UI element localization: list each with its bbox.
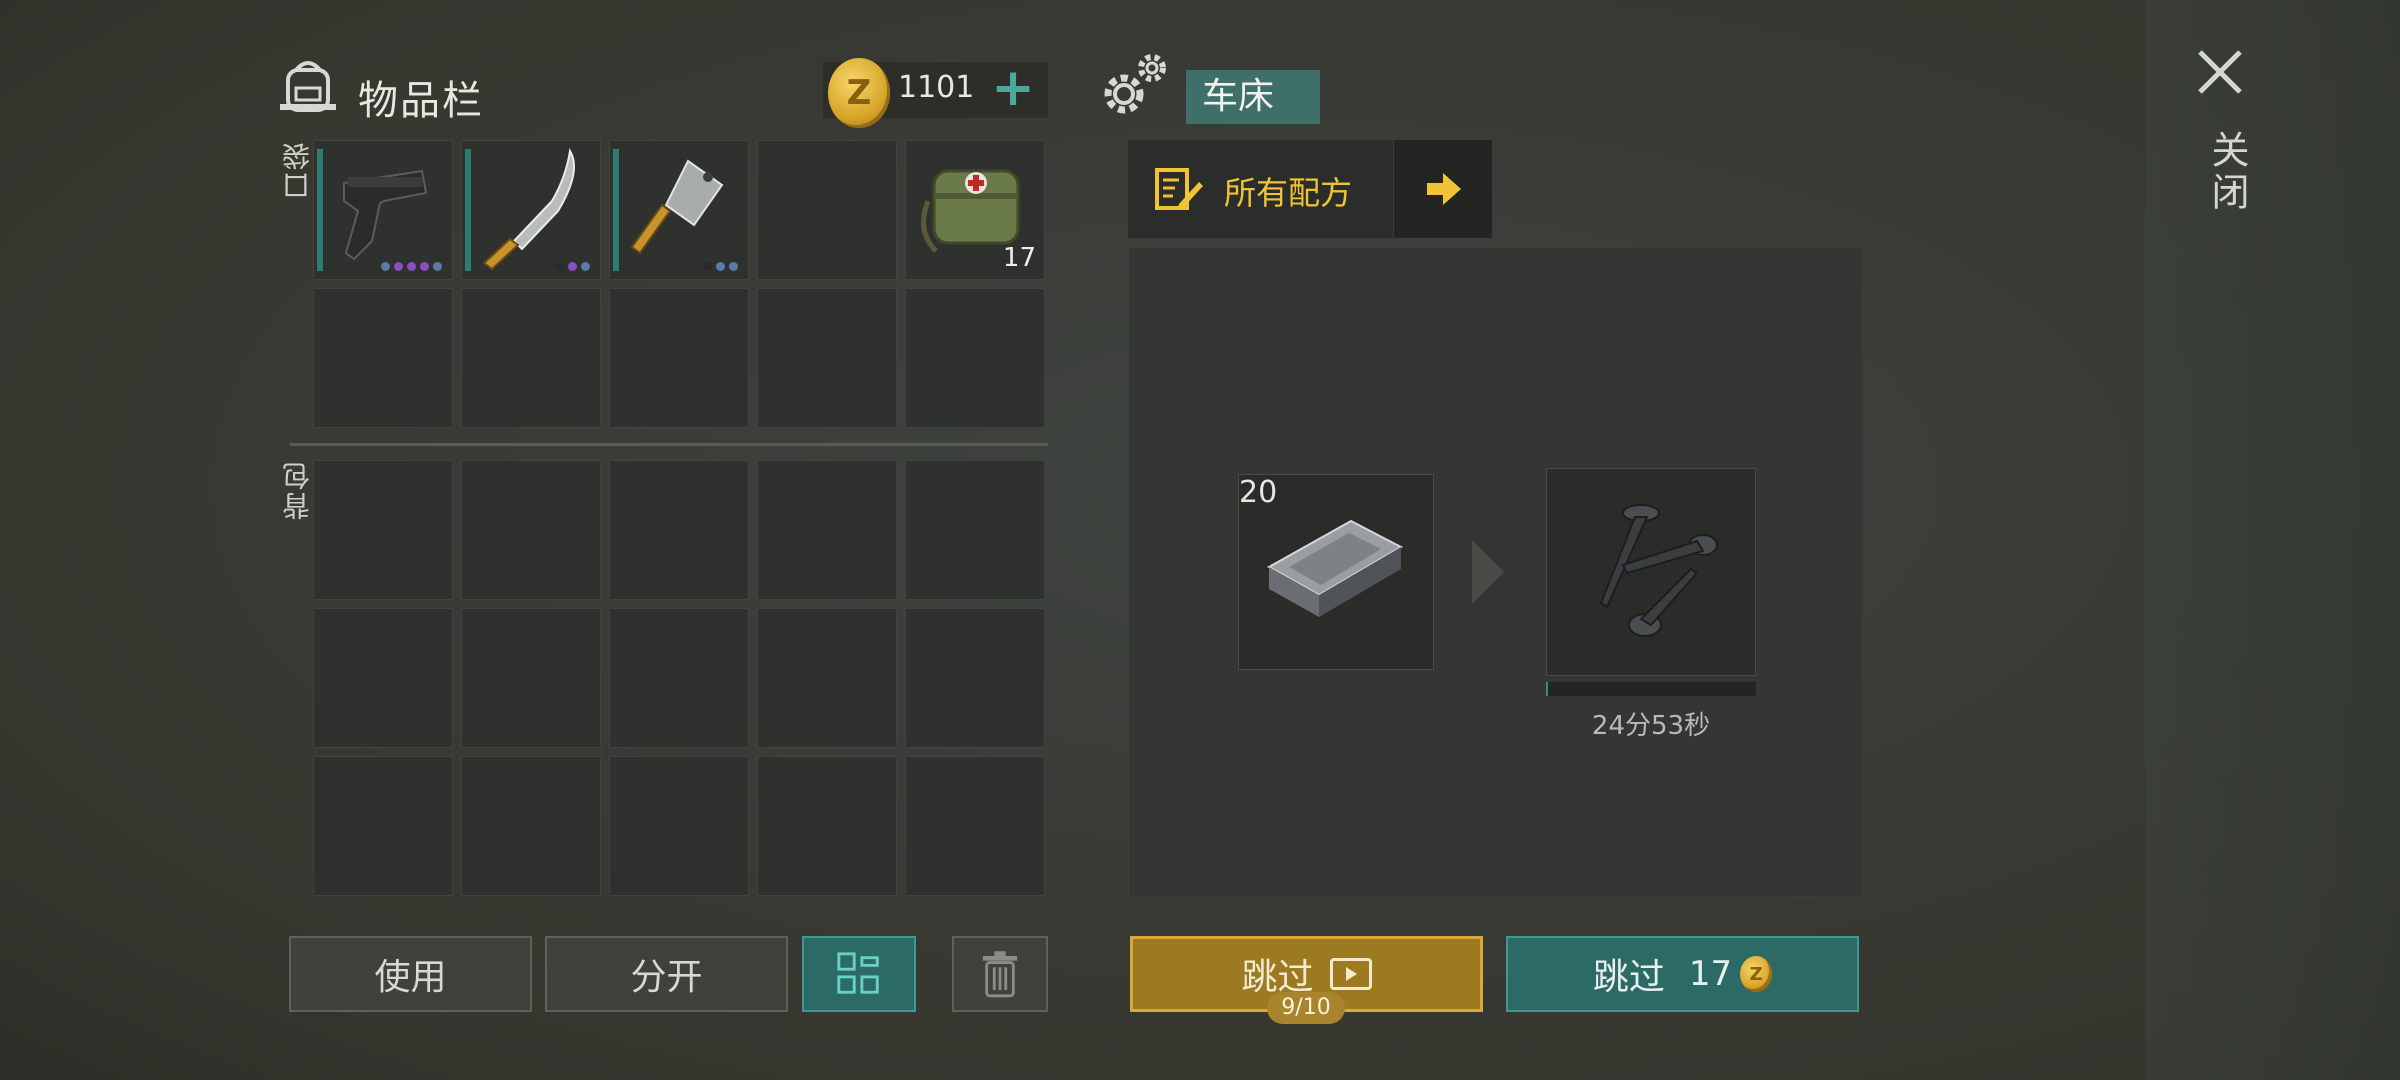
inventory-slot[interactable] bbox=[313, 140, 453, 280]
inventory-slot[interactable] bbox=[461, 140, 601, 280]
side-strip bbox=[2145, 0, 2400, 1080]
inventory-slot[interactable] bbox=[461, 608, 601, 748]
inventory-slot[interactable] bbox=[757, 608, 897, 748]
split-button[interactable]: 分开 bbox=[545, 936, 788, 1012]
skip-coin-label: 跳过 bbox=[1592, 957, 1665, 998]
arrow-right-icon bbox=[1427, 173, 1461, 205]
trash-icon bbox=[982, 951, 1018, 998]
inventory-slot[interactable] bbox=[757, 140, 897, 280]
inventory-slot[interactable] bbox=[313, 756, 453, 896]
inventory-slot[interactable] bbox=[609, 756, 749, 896]
pocket-grid: 17 bbox=[313, 140, 1045, 428]
inventory-slot[interactable] bbox=[905, 608, 1045, 748]
craft-timer: 24分53秒 bbox=[1591, 711, 1711, 741]
inventory-slot[interactable] bbox=[609, 140, 749, 280]
inventory-slot[interactable] bbox=[609, 460, 749, 600]
close-label[interactable]: 关闭 bbox=[2200, 130, 2255, 214]
coin-count: 1101 bbox=[898, 70, 975, 105]
close-icon[interactable] bbox=[2192, 44, 2248, 100]
inventory-header: 物品栏 Z 1101 + bbox=[278, 56, 1048, 136]
inventory-title: 物品栏 bbox=[358, 78, 484, 124]
all-recipes-label: 所有配方 bbox=[1224, 174, 1353, 212]
coin-icon: Z bbox=[1740, 956, 1773, 992]
section-divider bbox=[290, 443, 1048, 446]
craft-progress-fill bbox=[1546, 682, 1549, 696]
skip-cost: 17 bbox=[1688, 954, 1733, 994]
machete-icon bbox=[482, 148, 575, 271]
backpack-grid bbox=[313, 460, 1045, 896]
inventory-slot[interactable] bbox=[609, 288, 749, 428]
sort-button[interactable] bbox=[802, 936, 916, 1012]
inventory-slot[interactable] bbox=[905, 756, 1045, 896]
skip-coin-button[interactable]: 跳过 17 Z bbox=[1506, 936, 1859, 1012]
rarity-dots bbox=[381, 262, 442, 271]
station-name: 车床 bbox=[1186, 70, 1320, 124]
item-count: 17 bbox=[1002, 243, 1036, 273]
video-play-icon bbox=[1329, 958, 1372, 990]
inventory-slot[interactable] bbox=[461, 460, 601, 600]
backpack-icon bbox=[280, 61, 336, 112]
rarity-dots bbox=[703, 262, 738, 271]
craft-progress-bar bbox=[1546, 682, 1756, 696]
use-button[interactable]: 使用 bbox=[289, 936, 532, 1012]
inventory-slot[interactable] bbox=[905, 288, 1045, 428]
inventory-slot[interactable] bbox=[313, 608, 453, 748]
ad-uses-badge: 9/10 bbox=[1267, 992, 1345, 1024]
cleaver-icon bbox=[630, 159, 724, 255]
rarity-dots bbox=[555, 262, 590, 271]
inventory-slot[interactable] bbox=[757, 756, 897, 896]
trash-button[interactable] bbox=[952, 936, 1048, 1012]
inventory-slot[interactable] bbox=[461, 756, 601, 896]
craft-arrow-icon bbox=[1472, 540, 1504, 604]
coin-icon: Z bbox=[828, 58, 890, 128]
inventory-slot[interactable] bbox=[905, 460, 1045, 600]
add-coins-button[interactable]: + bbox=[988, 62, 1038, 114]
gear-icon bbox=[1104, 54, 1166, 114]
grid-icon bbox=[837, 952, 879, 994]
inventory-slot[interactable] bbox=[313, 288, 453, 428]
backpack-label: 背包 bbox=[281, 460, 314, 520]
input-slot[interactable]: 20 bbox=[1238, 474, 1434, 670]
pistol-icon bbox=[343, 169, 428, 261]
inventory-slot[interactable] bbox=[461, 288, 601, 428]
metal-bar-icon bbox=[1266, 519, 1404, 617]
inventory-slot[interactable] bbox=[757, 460, 897, 600]
inventory-slot[interactable] bbox=[609, 608, 749, 748]
inventory-slot[interactable] bbox=[757, 288, 897, 428]
screws-icon bbox=[1599, 504, 1718, 637]
pocket-label: 口袋 bbox=[281, 140, 314, 200]
inventory-slot[interactable] bbox=[313, 460, 453, 600]
output-slot[interactable] bbox=[1546, 468, 1756, 676]
inventory-slot[interactable]: 17 bbox=[905, 140, 1045, 280]
recipe-arrow-button[interactable] bbox=[1394, 140, 1492, 238]
recipe-icon bbox=[1155, 168, 1203, 210]
